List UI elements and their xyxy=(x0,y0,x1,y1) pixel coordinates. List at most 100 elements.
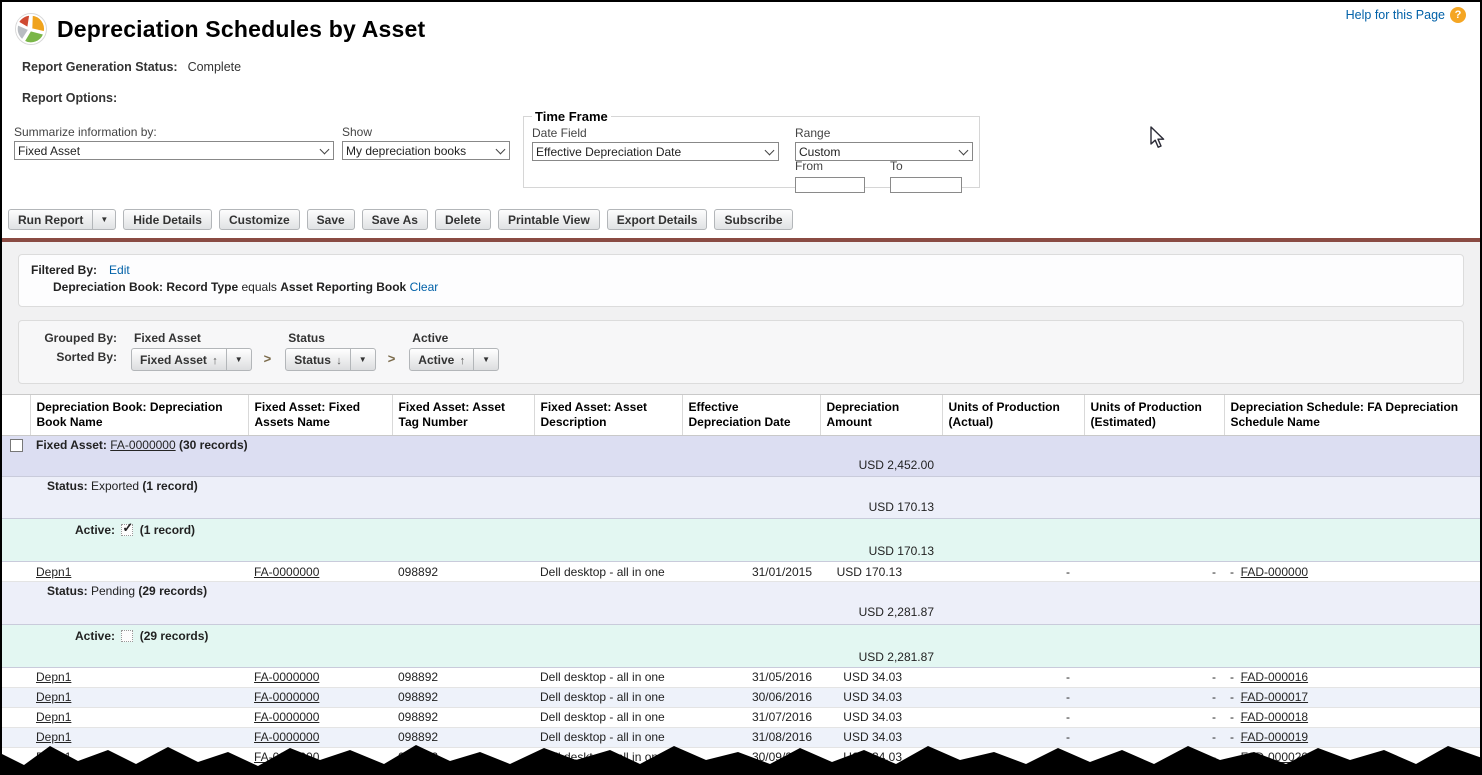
active-checkbox-unchecked xyxy=(121,630,133,642)
grouping-labels: Grouped By: Sorted By: xyxy=(25,329,117,371)
to-input[interactable] xyxy=(890,177,962,193)
sort-dropdown-active[interactable]: ▼ xyxy=(473,349,498,370)
column-header-fixed-asset-fixed-assets-name[interactable]: Fixed Asset: Fixed Assets Name xyxy=(248,395,392,436)
group-separator-icon: > xyxy=(388,351,396,366)
record-link[interactable]: Depn1 xyxy=(36,670,71,684)
sort-direction-icon: ↑ xyxy=(212,355,218,367)
run-report-split-button: Run Report ▼ xyxy=(8,209,116,230)
summary-amount: USD 170.13 xyxy=(820,495,942,519)
timeframe-fieldset: Time Frame Date Field Effective Deprecia… xyxy=(523,109,980,188)
record-link[interactable]: FA-0000000 xyxy=(254,710,319,724)
clear-filter-link[interactable]: Clear xyxy=(410,280,439,294)
report-generation-status: Report Generation Status:Complete xyxy=(14,46,1468,74)
group-row-active: Active: (29 records) xyxy=(2,624,1480,646)
summarize-select[interactable]: Fixed Asset xyxy=(14,141,334,160)
group-row-status: Status: Pending (29 records) xyxy=(2,582,1480,601)
page-title: Depreciation Schedules by Asset xyxy=(57,16,425,43)
report-generation-status-label: Report Generation Status: xyxy=(22,60,178,74)
save-as-button[interactable]: Save As xyxy=(362,209,428,230)
show-select[interactable]: My depreciation books xyxy=(342,141,510,160)
run-report-button[interactable]: Run Report xyxy=(8,209,93,230)
sort-button-active[interactable]: Active ↑▼ xyxy=(409,348,499,371)
record-link[interactable]: Depn1 xyxy=(36,710,71,724)
column-header-depreciation-schedule-fa-depreciation-schedule-name[interactable]: Depreciation Schedule: FA Depreciation S… xyxy=(1224,395,1480,436)
export-details-button[interactable]: Export Details xyxy=(607,209,708,230)
summary-amount: USD 170.13 xyxy=(820,541,942,562)
group-column-status: StatusStatus ↓▼ xyxy=(285,331,375,371)
subscribe-button[interactable]: Subscribe xyxy=(714,209,792,230)
column-header-effective-depreciation-date[interactable]: Effective Depreciation Date xyxy=(682,395,820,436)
sort-button-fixed-asset[interactable]: Fixed Asset ↑▼ xyxy=(131,348,252,371)
sort-direction-icon: ↑ xyxy=(460,355,466,367)
table-header-row: Depreciation Book: Depreciation Book Nam… xyxy=(2,395,1480,436)
column-header-units-of-production-estimated[interactable]: Units of Production (Estimated) xyxy=(1084,395,1224,436)
help-link[interactable]: Help for this Page xyxy=(1346,8,1445,22)
filter-operator: equals xyxy=(242,280,277,294)
customize-button[interactable]: Customize xyxy=(219,209,300,230)
filter-field: Depreciation Book: Record Type xyxy=(53,280,238,294)
report-options-label: Report Options: xyxy=(14,74,1468,105)
sorted-by-label: Sorted By: xyxy=(25,348,117,367)
save-button[interactable]: Save xyxy=(307,209,355,230)
active-checkbox-checked xyxy=(121,524,133,536)
sort-direction-icon: ↓ xyxy=(336,355,342,367)
column-header-depreciation-amount[interactable]: Depreciation Amount xyxy=(820,395,942,436)
timeframe-legend: Time Frame xyxy=(532,109,611,124)
record-link[interactable]: FAD-000017 xyxy=(1241,690,1308,704)
record-link[interactable]: FA-0000000 xyxy=(254,565,319,579)
record-link[interactable]: FAD-000018 xyxy=(1241,710,1308,724)
mouse-cursor xyxy=(1149,126,1167,150)
record-link[interactable]: FAD-000016 xyxy=(1241,670,1308,684)
sort-button-status[interactable]: Status ↓▼ xyxy=(285,348,375,371)
edit-filter-link[interactable]: Edit xyxy=(109,263,130,277)
run-report-dropdown[interactable]: ▼ xyxy=(92,209,116,230)
filter-value: Asset Reporting Book xyxy=(280,280,406,294)
sort-dropdown-fixed-asset[interactable]: ▼ xyxy=(226,349,251,370)
group-label-status: Status xyxy=(288,331,375,345)
report-table: Depreciation Book: Depreciation Book Nam… xyxy=(2,394,1480,768)
summarize-label: Summarize information by: xyxy=(14,125,334,139)
detail-row: Depn1FA-0000000098892Dell desktop - all … xyxy=(2,667,1480,687)
column-header-units-of-production-actual[interactable]: Units of Production (Actual) xyxy=(942,395,1084,436)
report-toolbar: Run Report ▼ Hide Details Customize Save Sa… xyxy=(2,201,1480,236)
date-field-label: Date Field xyxy=(532,126,779,140)
summary-row: USD 2,281.87 xyxy=(2,646,1480,667)
column-header-fixed-asset-asset-tag-number[interactable]: Fixed Asset: Asset Tag Number xyxy=(392,395,534,436)
record-link[interactable]: FAD-000000 xyxy=(1241,565,1308,579)
detail-row: Depn1FA-0000000098892Dell desktop - all … xyxy=(2,687,1480,707)
filter-panel: Filtered By: Edit Depreciation Book: Rec… xyxy=(18,254,1464,307)
range-label: Range xyxy=(795,126,973,140)
group-column-active: ActiveActive ↑▼ xyxy=(409,331,499,371)
summary-row: USD 170.13 xyxy=(2,541,1480,562)
group-row-active: Active: (1 record) xyxy=(2,519,1480,541)
help-icon[interactable]: ? xyxy=(1450,7,1466,23)
report-icon xyxy=(14,12,48,46)
summary-amount: USD 2,281.87 xyxy=(820,600,942,624)
show-label: Show xyxy=(342,125,510,139)
detail-row: Depn1FA-0000000098892Dell desktop - all … xyxy=(2,562,1480,582)
report-options: Summarize information by: Fixed Asset Sh… xyxy=(8,109,1474,201)
record-link[interactable]: Depn1 xyxy=(36,565,71,579)
summary-row: USD 2,281.87 xyxy=(2,600,1480,624)
column-header-depreciation-book-depreciation-book-name[interactable]: Depreciation Book: Depreciation Book Nam… xyxy=(30,395,248,436)
record-link[interactable]: FA-0000000 xyxy=(254,690,319,704)
hide-details-button[interactable]: Hide Details xyxy=(123,209,212,230)
group-separator-icon: > xyxy=(264,351,272,366)
summary-amount: USD 2,452.00 xyxy=(820,454,942,476)
group-row-status: Status: Exported (1 record) xyxy=(2,476,1480,495)
group-checkbox[interactable] xyxy=(10,439,23,452)
date-field-select[interactable]: Effective Depreciation Date xyxy=(532,142,779,161)
screenshot-frame: Help for this Page ? Depreciation Schedu… xyxy=(0,0,1482,775)
filtered-by-label: Filtered By: xyxy=(31,263,97,277)
record-link[interactable]: Depn1 xyxy=(36,690,71,704)
sort-dropdown-status[interactable]: ▼ xyxy=(350,349,375,370)
from-input[interactable] xyxy=(795,177,865,193)
column-header-fixed-asset-asset-description[interactable]: Fixed Asset: Asset Description xyxy=(534,395,682,436)
delete-button[interactable]: Delete xyxy=(435,209,491,230)
record-link[interactable]: FA-0000000 xyxy=(110,438,175,452)
summary-row: USD 2,452.00 xyxy=(2,454,1480,476)
group-label-fixed-asset: Fixed Asset xyxy=(134,331,252,345)
record-link[interactable]: FA-0000000 xyxy=(254,670,319,684)
page-header: Help for this Page ? Depreciation Schedu… xyxy=(2,2,1480,105)
printable-view-button[interactable]: Printable View xyxy=(498,209,600,230)
